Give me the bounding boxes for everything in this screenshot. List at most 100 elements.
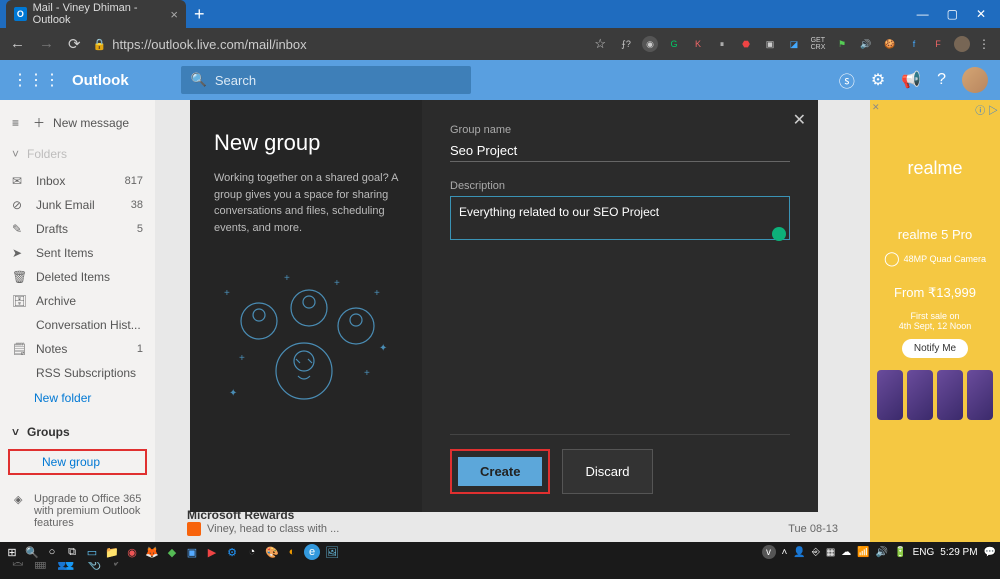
chevron-down-icon[interactable]: ˅: [12, 147, 19, 161]
profile-avatar-icon[interactable]: [954, 36, 970, 52]
tray-icon[interactable]: ⎆: [812, 547, 820, 558]
taskview-icon[interactable]: ⧉: [64, 544, 80, 560]
ad-info-icon[interactable]: ⓘ ▷: [975, 102, 998, 117]
ad-close-icon[interactable]: ✕: [872, 102, 880, 113]
tray-icon[interactable]: 👤: [793, 547, 805, 558]
user-avatar[interactable]: [962, 67, 988, 93]
taskbar-app-icon[interactable]: 🦊: [144, 544, 160, 560]
taskbar-app-icon[interactable]: ◉: [124, 544, 140, 560]
ad-panel[interactable]: ✕ ⓘ ▷ realme realme 5 Pro ◯48MP Quad Cam…: [870, 100, 1000, 542]
lock-icon: 🔒: [93, 38, 107, 51]
tray-lang[interactable]: ENG: [913, 547, 935, 558]
menu-toggle-icon[interactable]: ≡: [12, 116, 19, 130]
back-icon[interactable]: ←: [10, 35, 25, 53]
search-placeholder: Search: [215, 73, 256, 88]
svg-text:+: +: [374, 288, 380, 299]
taskbar-app-icon[interactable]: 📁: [104, 544, 120, 560]
ad-price: From ₹13,999: [894, 285, 976, 301]
sidebar-item-drafts[interactable]: ✎Drafts5: [0, 217, 155, 241]
taskbar-app-icon[interactable]: ⚙: [224, 544, 240, 560]
sidebar-item-rss[interactable]: RSS Subscriptions: [0, 361, 155, 385]
taskbar-app-icon[interactable]: ▣: [184, 544, 200, 560]
create-button[interactable]: Create: [458, 457, 542, 486]
skype-icon[interactable]: ⓢ: [839, 68, 855, 92]
extension-icon[interactable]: ⬣: [738, 36, 754, 52]
message-subject[interactable]: Viney, head to class with ...: [207, 523, 339, 535]
tray-icon[interactable]: ☁: [841, 547, 851, 558]
menu-icon[interactable]: ⋮: [978, 37, 990, 51]
chevron-down-icon[interactable]: ˅: [12, 425, 19, 439]
sidebar-item-sent[interactable]: ➤Sent Items: [0, 241, 155, 265]
window-maximize-icon[interactable]: ▢: [947, 7, 958, 21]
help-icon[interactable]: ?: [937, 71, 946, 89]
search-input[interactable]: 🔍 Search: [181, 66, 471, 94]
sidebar-item-conversation[interactable]: Conversation Hist...: [0, 313, 155, 337]
discard-button[interactable]: Discard: [562, 449, 652, 494]
taskbar-app-icon[interactable]: e: [304, 544, 320, 560]
sidebar-item-archive[interactable]: 🗄Archive: [0, 289, 155, 313]
extension-icon[interactable]: G: [666, 36, 682, 52]
window-close-icon[interactable]: ✕: [976, 7, 986, 21]
upgrade-promo[interactable]: ◈ Upgrade to Office 365 with premium Out…: [0, 483, 155, 539]
ad-notify-button[interactable]: Notify Me: [902, 339, 968, 358]
new-tab-button[interactable]: +: [194, 4, 205, 25]
sidebar-item-inbox[interactable]: ✉Inbox817: [0, 169, 155, 193]
description-textarea[interactable]: [450, 196, 790, 240]
tray-volume-icon[interactable]: 🔊: [876, 547, 888, 558]
reload-icon[interactable]: ⟳: [68, 35, 81, 53]
taskbar-app-icon[interactable]: ◆: [164, 544, 180, 560]
taskbar-app-icon[interactable]: ▶: [204, 544, 220, 560]
svg-text:✦: ✦: [379, 343, 387, 354]
tray-battery-icon[interactable]: 🔋: [894, 547, 906, 558]
extension-icon[interactable]: F: [930, 36, 946, 52]
new-folder-link[interactable]: New folder: [0, 385, 155, 411]
sidebar-item-notes[interactable]: 🗒Notes1: [0, 337, 155, 361]
extension-icon[interactable]: ⚑: [834, 36, 850, 52]
extension-icon[interactable]: K: [690, 36, 706, 52]
tray-notifications-icon[interactable]: 💬: [984, 547, 996, 558]
window-minimize-icon[interactable]: —: [917, 7, 929, 21]
inbox-icon: ✉: [12, 174, 26, 188]
extension-icon[interactable]: 🍪: [882, 36, 898, 52]
new-message-button[interactable]: New message: [53, 116, 129, 130]
tray-icon[interactable]: v: [762, 545, 776, 559]
browser-tab[interactable]: O Mail - Viney Dhiman - Outlook ×: [6, 0, 186, 28]
forward-icon[interactable]: →: [39, 35, 54, 53]
extension-icon[interactable]: ▣: [762, 36, 778, 52]
taskbar-app-icon[interactable]: 🖼: [324, 544, 340, 560]
extension-icon[interactable]: ◪: [786, 36, 802, 52]
extension-icon[interactable]: f: [906, 36, 922, 52]
svg-text:+: +: [334, 278, 340, 289]
app-launcher-icon[interactable]: ⋮⋮⋮: [12, 70, 60, 90]
new-group-link[interactable]: New group: [8, 449, 147, 475]
group-name-input[interactable]: [450, 140, 790, 162]
tray-chevron-icon[interactable]: ˄: [782, 547, 788, 558]
extension-icon[interactable]: ⏸: [714, 36, 730, 52]
tray-icon[interactable]: 📶: [857, 547, 869, 558]
close-tab-icon[interactable]: ×: [170, 7, 178, 22]
search-icon[interactable]: 🔍: [24, 544, 40, 560]
start-icon[interactable]: ⊞: [4, 544, 20, 560]
cortana-icon[interactable]: ○: [44, 544, 60, 560]
sidebar-item-deleted[interactable]: 🗑Deleted Items: [0, 265, 155, 289]
sidebar-item-junk[interactable]: ⊘Junk Email38: [0, 193, 155, 217]
taskbar-app-icon[interactable]: ◐: [284, 544, 300, 560]
address-bar[interactable]: 🔒 https://outlook.live.com/mail/inbox: [93, 37, 583, 52]
message-date: Tue 08-13: [788, 523, 838, 535]
extension-icon[interactable]: ◉: [642, 36, 658, 52]
star-icon[interactable]: ☆: [594, 36, 606, 52]
taskbar-app-icon[interactable]: ◔: [244, 544, 260, 560]
taskbar-app-icon[interactable]: ▭: [84, 544, 100, 560]
tray-time[interactable]: 5:29 PM: [940, 547, 977, 558]
settings-icon[interactable]: ⚙: [871, 70, 885, 90]
grammarly-icon[interactable]: [772, 227, 786, 241]
taskbar-app-icon[interactable]: 🎨: [264, 544, 280, 560]
description-label: Description: [450, 180, 790, 192]
dialog-close-icon[interactable]: ✕: [793, 110, 806, 130]
extension-icon[interactable]: ⨍?: [618, 36, 634, 52]
tray-icon[interactable]: ▦: [826, 547, 835, 558]
svg-text:✦: ✦: [229, 388, 237, 399]
extension-icon[interactable]: 🔊: [858, 36, 874, 52]
announce-icon[interactable]: 📢: [901, 70, 921, 90]
extension-icon[interactable]: GETCRX: [810, 36, 826, 52]
